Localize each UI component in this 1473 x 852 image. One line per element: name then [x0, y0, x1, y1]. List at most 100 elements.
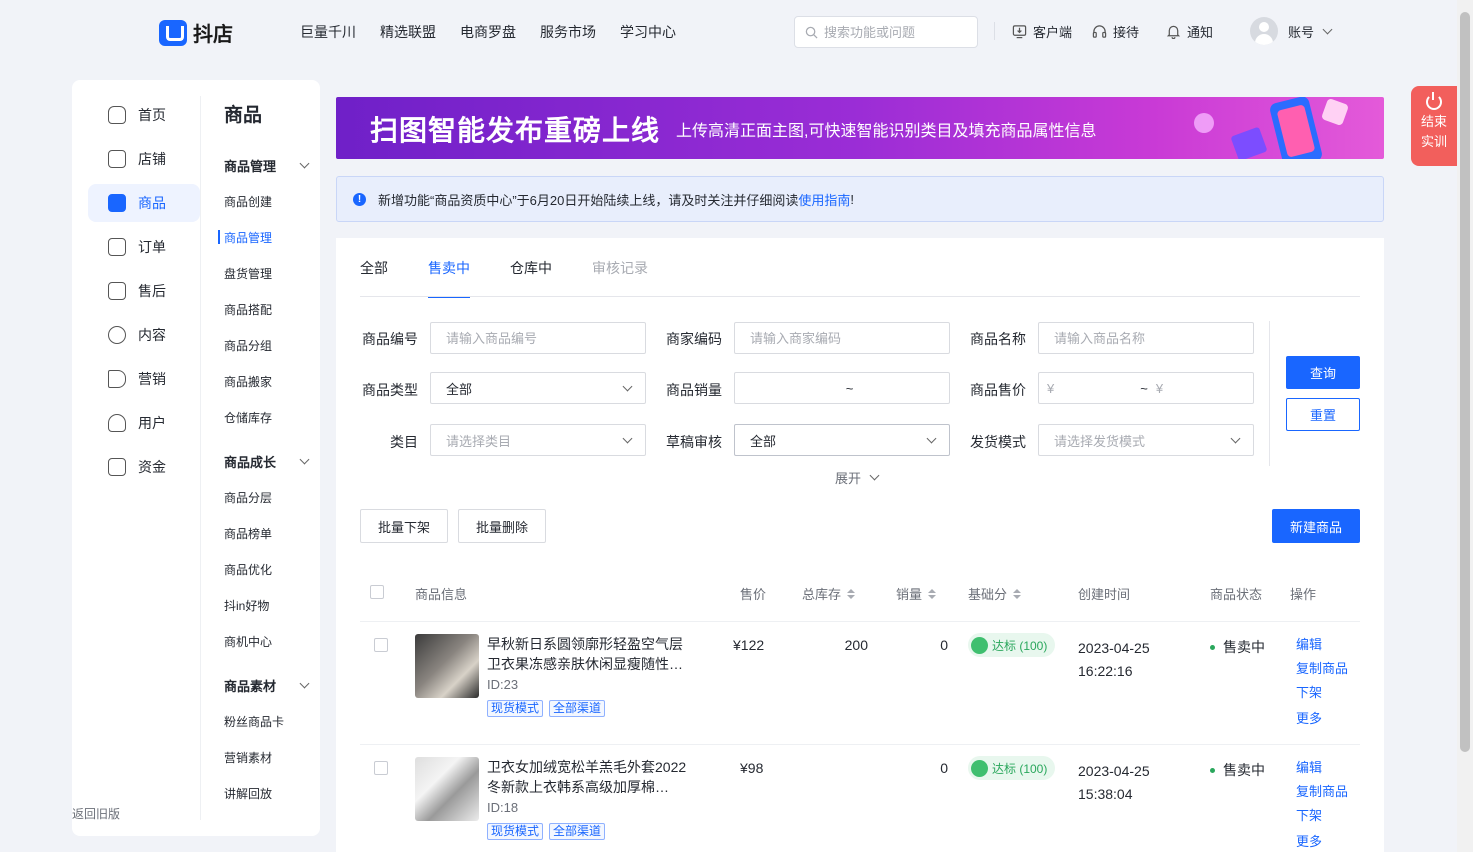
- batch-off-shelf-button[interactable]: 批量下架: [360, 509, 448, 543]
- expand-filters-button[interactable]: 展开: [835, 468, 880, 487]
- scrollbar-thumb[interactable]: [1460, 12, 1470, 752]
- account-menu[interactable]: 账号: [1250, 17, 1333, 45]
- subnav-item[interactable]: 商品搬家: [218, 363, 318, 399]
- query-button[interactable]: 查询: [1286, 356, 1360, 389]
- row-checkbox[interactable]: [374, 761, 388, 775]
- tag-all-channels: 全部渠道: [549, 823, 606, 840]
- top-nav-item[interactable]: 精选联盟: [380, 22, 436, 42]
- product-thumbnail[interactable]: [415, 757, 479, 821]
- off-shelf-link[interactable]: 下架: [1296, 804, 1348, 828]
- top-nav-item[interactable]: 服务市场: [540, 22, 596, 42]
- tag-spot-mode: 现货模式: [487, 823, 544, 840]
- more-link[interactable]: 更多: [1296, 830, 1348, 852]
- logo[interactable]: 抖店: [159, 18, 233, 47]
- client-button[interactable]: 客户端: [1012, 22, 1072, 41]
- subnav-item[interactable]: 抖in好物: [218, 587, 318, 623]
- copy-link[interactable]: 复制商品: [1296, 657, 1348, 681]
- goods-name-field[interactable]: [1038, 322, 1254, 354]
- ship-mode-select[interactable]: 请选择发货模式: [1038, 424, 1254, 456]
- subnav-item[interactable]: 商品优化: [218, 551, 318, 587]
- goods-id-field[interactable]: [430, 322, 646, 354]
- subnav-group-manage[interactable]: 商品管理: [224, 147, 318, 183]
- client-label: 客户端: [1033, 25, 1073, 40]
- col-score[interactable]: 基础分: [968, 584, 1022, 603]
- tab-all[interactable]: 全部: [360, 258, 388, 298]
- sort-icon[interactable]: [847, 588, 856, 599]
- edit-link[interactable]: 编辑: [1296, 756, 1348, 780]
- product-title[interactable]: 卫衣女加绒宽松羊羔毛外套2022冬新款上衣韩系高级加厚棉…: [487, 757, 687, 797]
- sales-range-sep: ~: [845, 380, 854, 396]
- goods-id-input[interactable]: [446, 330, 645, 346]
- sidebar-item-orders[interactable]: 订单: [88, 228, 200, 266]
- promo-banner[interactable]: 扫图智能发布重磅上线 上传高清正面主图,可快速智能识别类目及填充商品属性信息: [336, 97, 1384, 159]
- subnav-item[interactable]: 仓储库存: [218, 399, 318, 435]
- off-shelf-link[interactable]: 下架: [1296, 681, 1348, 705]
- status-cell: 售卖中: [1210, 760, 1265, 780]
- select-all-checkbox[interactable]: [370, 585, 384, 599]
- merchant-code-field[interactable]: [734, 322, 950, 354]
- notify-button[interactable]: 通知: [1166, 22, 1213, 41]
- search-box[interactable]: [794, 16, 978, 48]
- smile-icon: [971, 759, 988, 777]
- batch-delete-button[interactable]: 批量删除: [458, 509, 546, 543]
- edit-link[interactable]: 编辑: [1296, 633, 1348, 657]
- sidebar-item-home[interactable]: 首页: [88, 96, 200, 134]
- subnav-item[interactable]: 商机中心: [218, 623, 318, 659]
- goods-type-select[interactable]: 全部: [430, 372, 646, 404]
- chevron-down-icon: [1322, 24, 1333, 34]
- sidebar-item-users[interactable]: 用户: [88, 404, 200, 442]
- top-nav-item[interactable]: 学习中心: [620, 22, 676, 42]
- chevron-down-icon: [926, 433, 937, 443]
- search-input[interactable]: [824, 24, 964, 40]
- sort-icon[interactable]: [928, 588, 937, 599]
- back-to-old-version[interactable]: 返回旧版: [72, 805, 120, 822]
- draft-review-select[interactable]: 全部: [734, 424, 950, 456]
- goods-name-input[interactable]: [1054, 330, 1253, 346]
- sidebar-item-goods[interactable]: 商品: [88, 184, 200, 222]
- copy-link[interactable]: 复制商品: [1296, 780, 1348, 804]
- tab-review-records[interactable]: 审核记录: [592, 258, 648, 298]
- subnav-item[interactable]: 商品榜单: [218, 515, 318, 551]
- col-stock[interactable]: 总库存: [802, 584, 856, 603]
- tab-warehouse[interactable]: 仓库中: [510, 258, 552, 298]
- more-link[interactable]: 更多: [1296, 707, 1348, 731]
- sidebar-item-content[interactable]: 内容: [88, 316, 200, 354]
- product-thumbnail[interactable]: [415, 634, 479, 698]
- merchant-code-input[interactable]: [750, 330, 949, 346]
- subnav-item[interactable]: 讲解回放: [218, 775, 318, 811]
- subnav-group-material[interactable]: 商品素材: [224, 667, 318, 703]
- sidebar-item-marketing[interactable]: 营销: [88, 360, 200, 398]
- guide-link[interactable]: 使用指南: [798, 190, 850, 209]
- subnav-item-active[interactable]: 商品管理: [218, 230, 318, 245]
- sales-range-field[interactable]: ~: [734, 372, 950, 404]
- header-divider-line: [360, 621, 1360, 622]
- sidebar-item-funds[interactable]: 资金: [88, 448, 200, 486]
- row-checkbox[interactable]: [374, 638, 388, 652]
- tab-on-sale[interactable]: 售卖中: [428, 258, 470, 298]
- top-nav-item[interactable]: 巨量千川: [300, 22, 356, 42]
- end-training-button[interactable]: 结束实训: [1411, 86, 1457, 166]
- sidebar-item-shop[interactable]: 店铺: [88, 140, 200, 178]
- subnav-item[interactable]: 商品分组: [218, 327, 318, 363]
- smile-icon: [971, 636, 988, 654]
- subnav-group-growth[interactable]: 商品成长: [224, 443, 318, 479]
- subnav-item[interactable]: 商品创建: [218, 183, 318, 219]
- sidebar-item-aftersale[interactable]: 售后: [88, 272, 200, 310]
- subnav-item[interactable]: 粉丝商品卡: [218, 703, 318, 739]
- subnav-item[interactable]: 盘货管理: [218, 255, 318, 291]
- col-sales[interactable]: 销量: [896, 584, 937, 603]
- sort-icon[interactable]: [1013, 588, 1022, 599]
- reception-button[interactable]: 接待: [1092, 22, 1139, 41]
- category-select[interactable]: 请选择类目: [430, 424, 646, 456]
- price-range-field[interactable]: ¥ ~ ¥: [1038, 372, 1254, 404]
- tag-spot-mode: 现货模式: [487, 700, 544, 717]
- status-text: 售卖中: [1223, 762, 1265, 778]
- subnav-item[interactable]: 商品分层: [218, 479, 318, 515]
- reset-button[interactable]: 重置: [1286, 398, 1360, 431]
- subnav-item[interactable]: 商品搭配: [218, 291, 318, 327]
- product-title[interactable]: 早秋新日系圆领廓形轻盈空气层卫衣果冻感亲肤休闲显瘦随性…: [487, 634, 687, 674]
- top-nav-item[interactable]: 电商罗盘: [460, 22, 516, 42]
- created-date: 2023-04-25: [1078, 640, 1150, 656]
- subnav-item[interactable]: 营销素材: [218, 739, 318, 775]
- new-goods-button[interactable]: 新建商品: [1272, 509, 1360, 543]
